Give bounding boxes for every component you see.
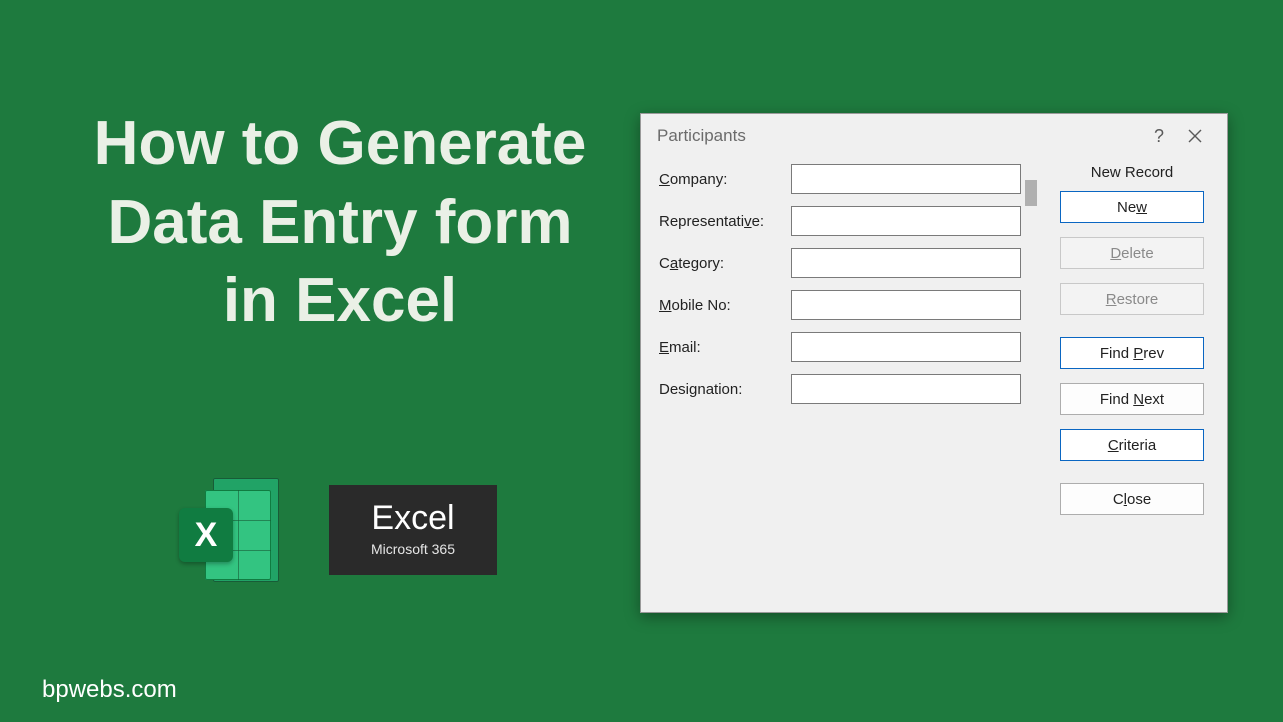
field-row-email: Email:	[659, 332, 1021, 362]
mobile-input[interactable]	[791, 290, 1021, 320]
microsoft-365-badge: Excel Microsoft 365	[329, 485, 497, 575]
record-status: New Record	[1091, 164, 1174, 181]
m365-sub-label: Microsoft 365	[357, 541, 469, 557]
company-input[interactable]	[791, 164, 1021, 194]
criteria-button[interactable]: Criteria	[1060, 429, 1204, 461]
field-row-representative: Representative:	[659, 206, 1021, 236]
field-row-designation: Designation:	[659, 374, 1021, 404]
restore-button[interactable]: Restore	[1060, 283, 1204, 315]
field-row-mobile: Mobile No:	[659, 290, 1021, 320]
field-row-company: Company:	[659, 164, 1021, 194]
category-input[interactable]	[791, 248, 1021, 278]
field-label: Representative:	[659, 213, 781, 230]
field-label: Company:	[659, 171, 781, 188]
delete-button[interactable]: Delete	[1060, 237, 1204, 269]
field-row-category: Category:	[659, 248, 1021, 278]
representative-input[interactable]	[791, 206, 1021, 236]
site-credit: bpwebs.com	[42, 676, 177, 704]
m365-product-name: Excel	[357, 501, 469, 535]
help-button[interactable]: ?	[1141, 120, 1177, 152]
field-label: Designation:	[659, 381, 781, 398]
new-button[interactable]: New	[1060, 191, 1204, 223]
field-label: Category:	[659, 255, 781, 272]
dialog-titlebar[interactable]: Participants ?	[641, 114, 1227, 158]
close-button[interactable]: Close	[1060, 483, 1204, 515]
data-entry-dialog: Participants ? Company: Representative: …	[640, 113, 1228, 613]
scrollbar-thumb[interactable]	[1025, 180, 1037, 206]
field-label: Email:	[659, 339, 781, 356]
excel-x-badge: X	[179, 508, 233, 562]
record-scrollbar[interactable]	[1025, 162, 1043, 602]
email-input[interactable]	[791, 332, 1021, 362]
field-label: Mobile No:	[659, 297, 781, 314]
button-column: New Record New Delete Restore Find Prev …	[1047, 162, 1217, 602]
dialog-body: Company: Representative: Category: Mobil…	[641, 158, 1227, 612]
find-next-button[interactable]: Find Next	[1060, 383, 1204, 415]
logo-row: X Excel Microsoft 365	[175, 470, 497, 590]
designation-input[interactable]	[791, 374, 1021, 404]
close-icon[interactable]	[1177, 120, 1213, 152]
find-prev-button[interactable]: Find Prev	[1060, 337, 1204, 369]
dialog-title: Participants	[657, 126, 746, 146]
page-title: How to Generate Data Entry form in Excel	[80, 105, 600, 341]
excel-icon: X	[175, 470, 285, 590]
field-column: Company: Representative: Category: Mobil…	[659, 162, 1021, 602]
